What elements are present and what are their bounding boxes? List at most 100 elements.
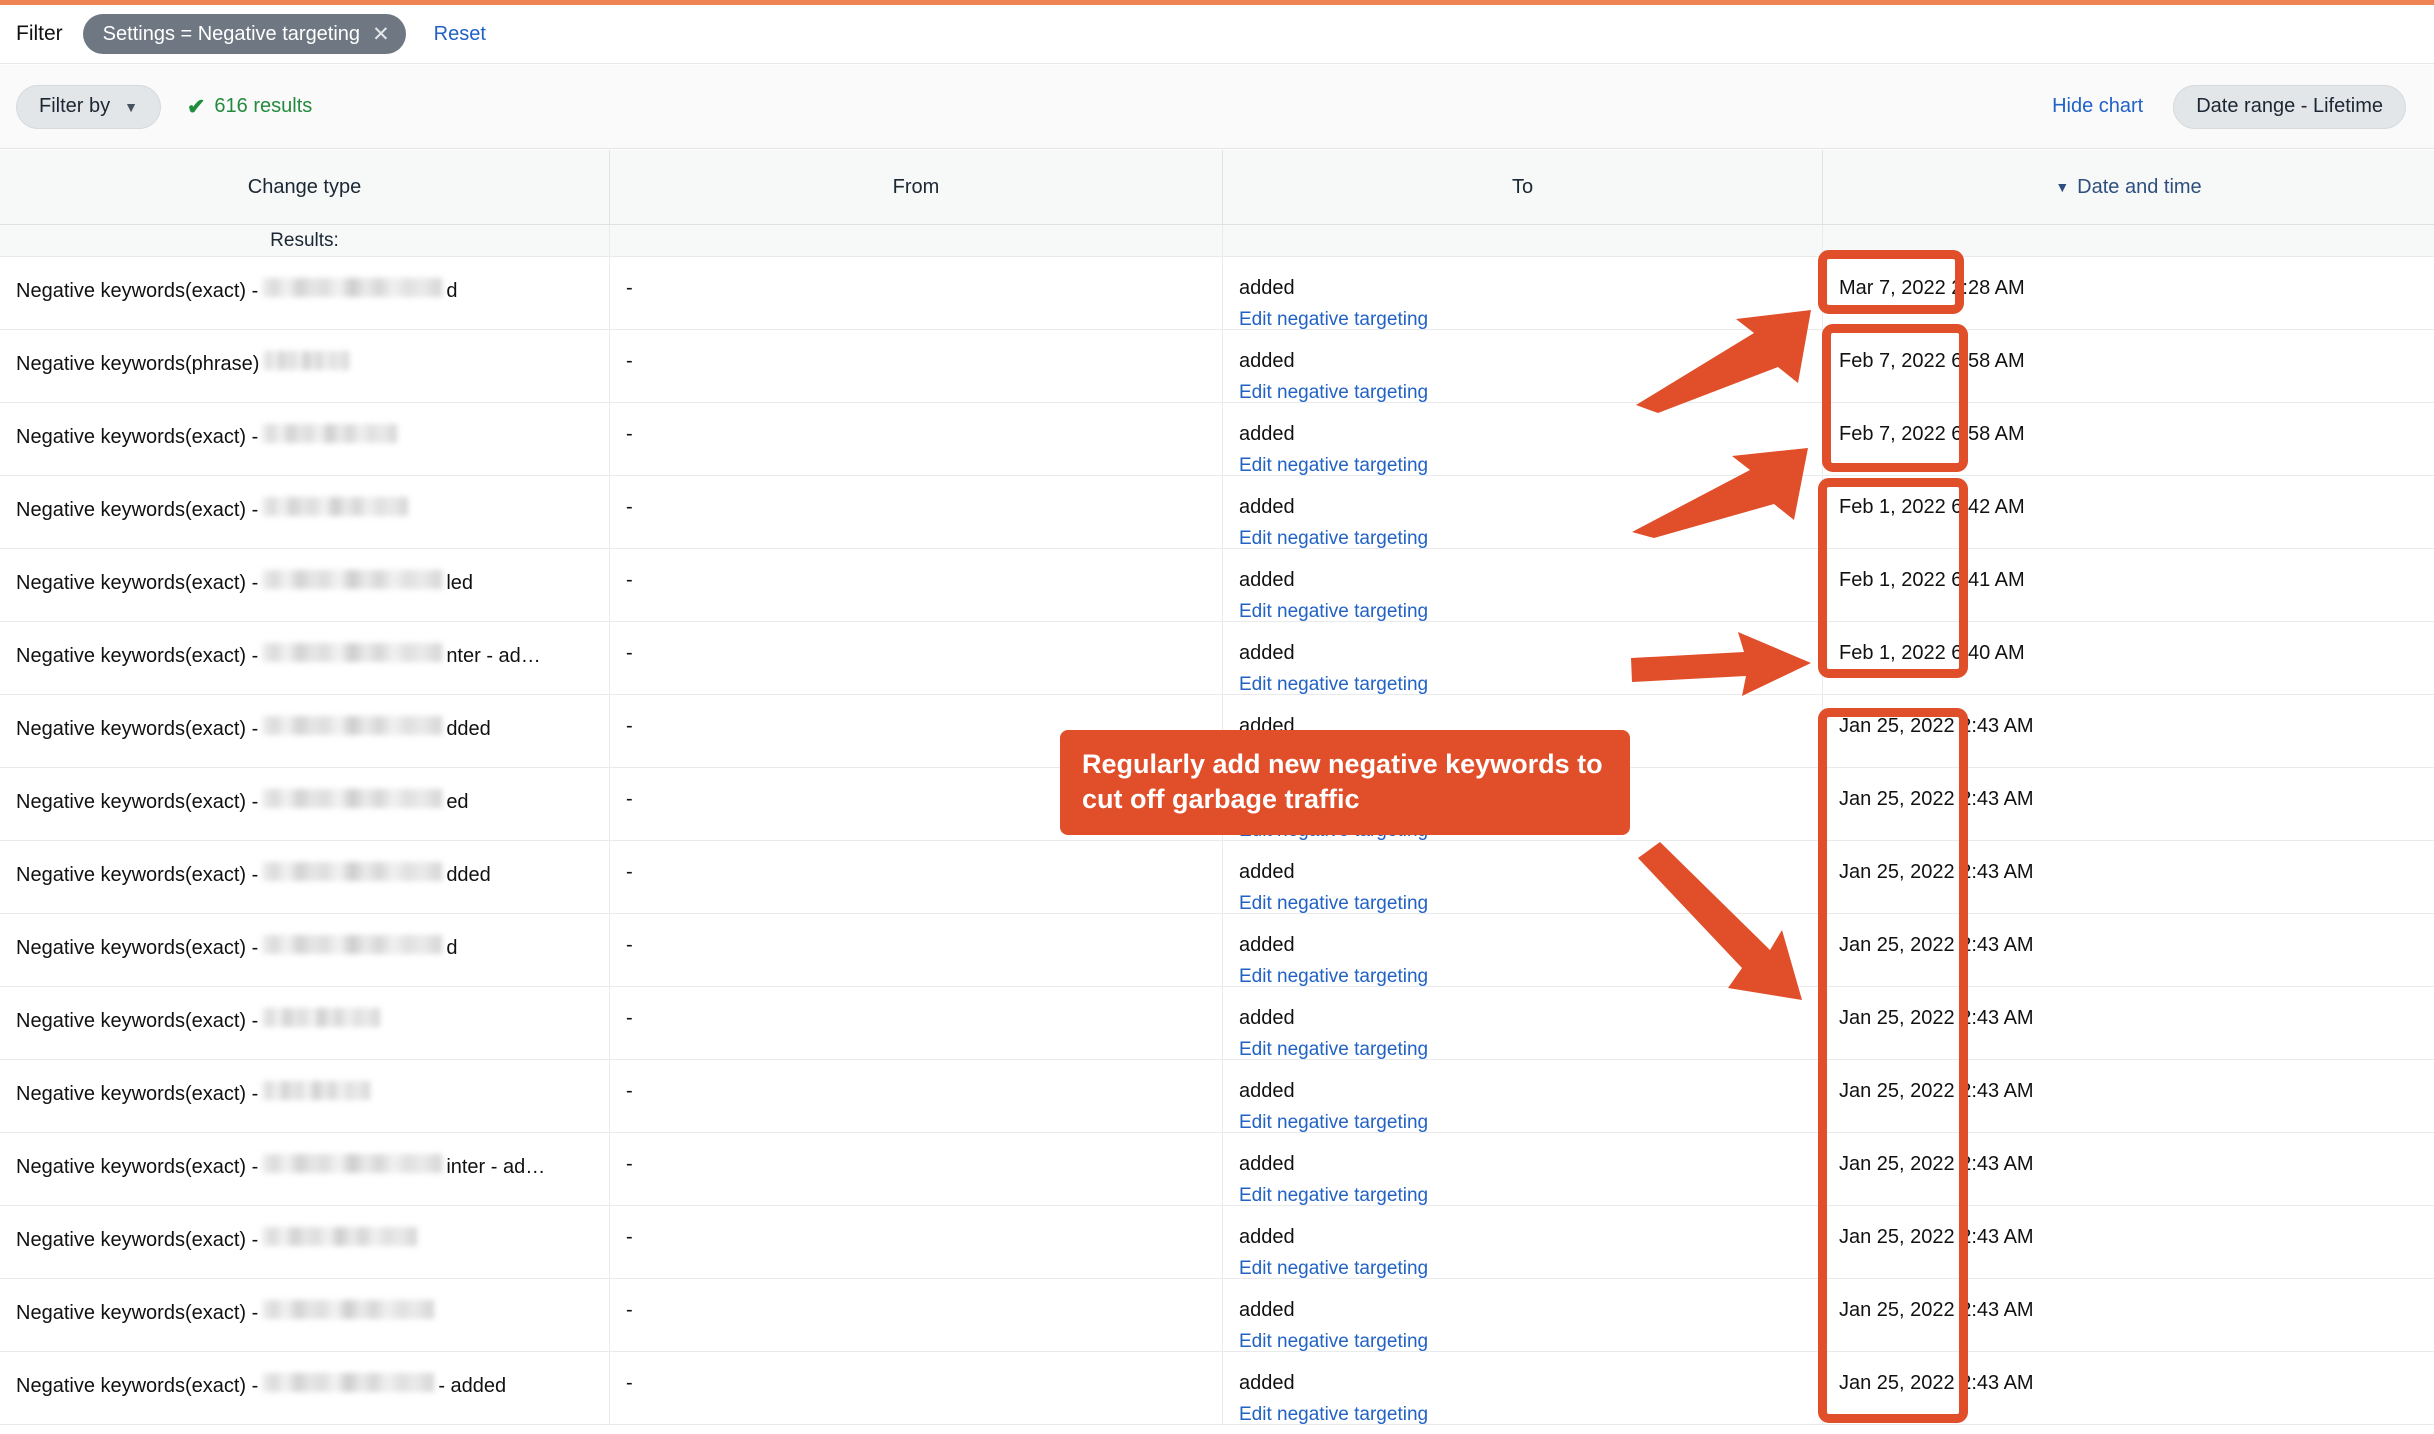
column-header-change-type[interactable]: Change type [0,150,610,224]
from-value: - [626,403,1206,444]
edit-negative-targeting-link[interactable]: Edit negative targeting [1239,955,1806,986]
cell-change-type: Negative keywords(exact) - [0,987,610,1059]
redacted-keyword [263,351,349,370]
column-header-from[interactable]: From [610,150,1223,224]
cell-from: - [610,1352,1223,1424]
column-header-to[interactable]: To [1223,150,1823,224]
cell-to: addedEdit negative targeting [1223,476,1823,548]
close-icon[interactable]: ✕ [372,24,390,45]
table-row: Negative keywords(exact) -led-addedEdit … [0,549,2434,622]
triangle-down-icon: ▼ [2055,180,2069,194]
edit-negative-targeting-link[interactable]: Edit negative targeting [1239,444,1806,475]
to-value: added [1239,622,1806,663]
change-type-prefix: Negative keywords(exact) - [16,792,258,812]
table-row: Negative keywords(exact) --addedEdit neg… [0,1206,2434,1279]
change-type-prefix: Negative keywords(exact) - [16,1084,258,1104]
redacted-keyword [262,716,442,735]
redacted-keyword [262,1373,434,1392]
cell-date-and-time: Feb 7, 2022 6:58 AM [1823,330,2434,402]
date-and-time-value: Jan 25, 2022 2:43 AM [1839,1133,2418,1174]
from-value: - [626,549,1206,590]
edit-negative-targeting-link[interactable]: Edit negative targeting [1239,663,1806,694]
to-value: added [1239,914,1806,955]
active-filter-pill[interactable]: Settings = Negative targeting ✕ [83,14,406,54]
from-value: - [626,1133,1206,1174]
table-row: Negative keywords(exact) -d-addedEdit ne… [0,914,2434,987]
results-summary-cell: Results: [0,225,610,256]
change-type-suffix: d [446,281,457,301]
change-type-suffix: inter - ad… [446,1157,545,1177]
cell-change-type: Negative keywords(phrase) [0,330,610,402]
check-icon: ✔ [187,94,205,120]
redacted-keyword [262,497,408,516]
filter-by-label: Filter by [39,95,110,118]
cell-change-type: Negative keywords(exact) - dded [0,695,610,767]
cell-date-and-time: Feb 1, 2022 6:41 AM [1823,549,2434,621]
cell-date-and-time: Jan 25, 2022 2:43 AM [1823,841,2434,913]
edit-negative-targeting-link[interactable]: Edit negative targeting [1239,517,1806,548]
cell-from: - [610,1279,1223,1351]
redacted-keyword [262,862,442,881]
cell-change-type: Negative keywords(exact) -led [0,549,610,621]
edit-negative-targeting-link[interactable]: Edit negative targeting [1239,1174,1806,1205]
to-value: added [1239,1279,1806,1320]
change-type-prefix: Negative keywords(exact) - [16,427,258,447]
change-type-prefix: Negative keywords(exact) - [16,719,258,739]
change-type-suffix: ed [446,792,468,812]
edit-negative-targeting-link[interactable]: Edit negative targeting [1239,882,1806,913]
date-range-button[interactable]: Date range - Lifetime [2173,85,2406,129]
cell-to: addedEdit negative targeting [1223,257,1823,329]
from-value: - [626,987,1206,1028]
column-header-date-label: Date and time [2077,176,2202,199]
column-header-from-label: From [893,176,940,199]
edit-negative-targeting-link[interactable]: Edit negative targeting [1239,371,1806,402]
column-header-change-type-label: Change type [248,176,361,199]
edit-negative-targeting-link[interactable]: Edit negative targeting [1239,590,1806,621]
cell-date-and-time: Jan 25, 2022 2:43 AM [1823,695,2434,767]
cell-change-type: Negative keywords(exact) -nter - ad… [0,622,610,694]
cell-change-type: Negative keywords(exact) - [0,403,610,475]
from-value: - [626,1279,1206,1320]
results-summary-to [1223,225,1823,256]
table-row: Negative keywords(phrase)-addedEdit nega… [0,330,2434,403]
redacted-keyword [262,643,442,662]
edit-negative-targeting-link[interactable]: Edit negative targeting [1239,298,1806,329]
redacted-keyword [262,278,442,297]
edit-negative-targeting-link[interactable]: Edit negative targeting [1239,1393,1806,1424]
reset-link[interactable]: Reset [434,23,486,46]
redacted-keyword [262,1008,380,1027]
sort-date-and-time[interactable]: ▼ Date and time [2055,176,2201,199]
change-type-prefix: Negative keywords(exact) - [16,1011,258,1031]
column-header-date[interactable]: ▼ Date and time [1823,150,2434,224]
hide-chart-link[interactable]: Hide chart [2052,95,2143,118]
table-header-row: Change type From To ▼ Date and time [0,150,2434,225]
date-and-time-value: Jan 25, 2022 2:43 AM [1839,987,2418,1028]
cell-date-and-time: Jan 25, 2022 2:43 AM [1823,914,2434,986]
redacted-keyword [262,424,397,443]
date-and-time-value: Jan 25, 2022 2:43 AM [1839,695,2418,736]
change-type-suffix: dded [446,719,491,739]
edit-negative-targeting-link[interactable]: Edit negative targeting [1239,736,1806,767]
cell-from: - [610,1060,1223,1132]
edit-negative-targeting-link[interactable]: Edit negative targeting [1239,809,1806,840]
from-value: - [626,1060,1206,1101]
cell-from: - [610,622,1223,694]
to-value: added [1239,330,1806,371]
from-value: - [626,1206,1206,1247]
cell-from: - [610,476,1223,548]
from-value: - [626,1352,1206,1393]
filter-bar: Filter Settings = Negative targeting ✕ R… [0,5,2434,64]
cell-date-and-time: Feb 1, 2022 6:40 AM [1823,622,2434,694]
edit-negative-targeting-link[interactable]: Edit negative targeting [1239,1028,1806,1059]
cell-change-type: Negative keywords(exact) -inter - ad… [0,1133,610,1205]
cell-date-and-time: Feb 1, 2022 6:42 AM [1823,476,2434,548]
edit-negative-targeting-link[interactable]: Edit negative targeting [1239,1320,1806,1351]
edit-negative-targeting-link[interactable]: Edit negative targeting [1239,1101,1806,1132]
table-row: Negative keywords(exact) --addedEdit neg… [0,1060,2434,1133]
date-and-time-value: Jan 25, 2022 2:43 AM [1839,1279,2418,1320]
to-value: added [1239,768,1806,809]
date-and-time-value: Jan 25, 2022 2:43 AM [1839,1206,2418,1247]
edit-negative-targeting-link[interactable]: Edit negative targeting [1239,1247,1806,1278]
filter-by-button[interactable]: Filter by ▼ [16,85,161,129]
table-body: Negative keywords(exact) -d-addedEdit ne… [0,257,2434,1425]
